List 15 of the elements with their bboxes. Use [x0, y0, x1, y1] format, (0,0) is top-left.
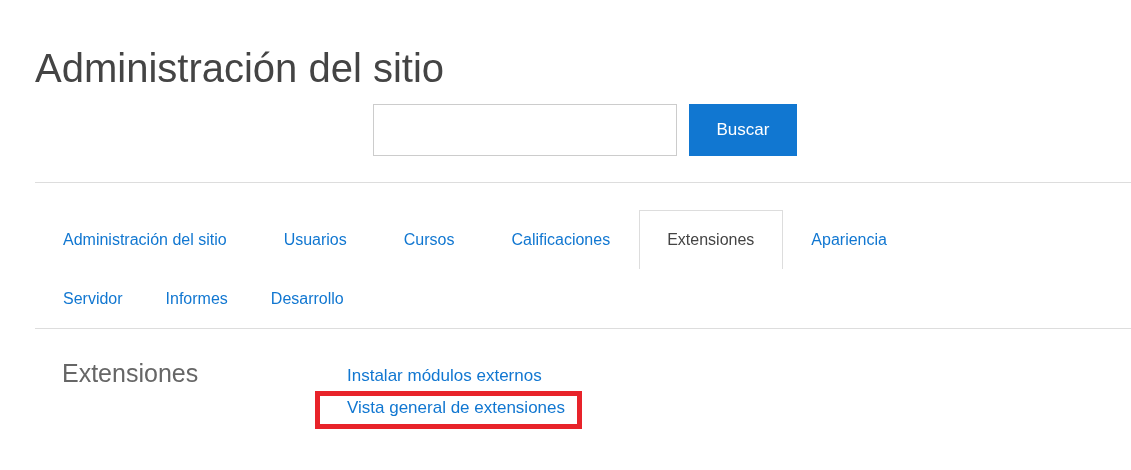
tab[interactable]: Apariencia [783, 210, 916, 269]
search-button[interactable]: Buscar [689, 104, 797, 156]
link[interactable]: Instalar módulos externos [315, 359, 582, 391]
search-field[interactable] [373, 104, 677, 156]
link[interactable]: Vista general de extensiones [315, 391, 582, 429]
tab[interactable]: Informes [137, 269, 243, 328]
tab[interactable]: Cursos [375, 210, 484, 269]
tab[interactable]: Usuarios [255, 210, 376, 269]
section-heading: Extensiones [61, 359, 200, 389]
tab[interactable]: Administración del sitio [35, 210, 256, 269]
tab[interactable]: Desarrollo [242, 269, 359, 328]
tab[interactable]: Calificaciones [483, 210, 640, 269]
tab[interactable]: Servidor [35, 269, 138, 328]
tab[interactable]: Extensiones [639, 210, 784, 269]
page-title: Administración del sitio [35, 45, 446, 92]
